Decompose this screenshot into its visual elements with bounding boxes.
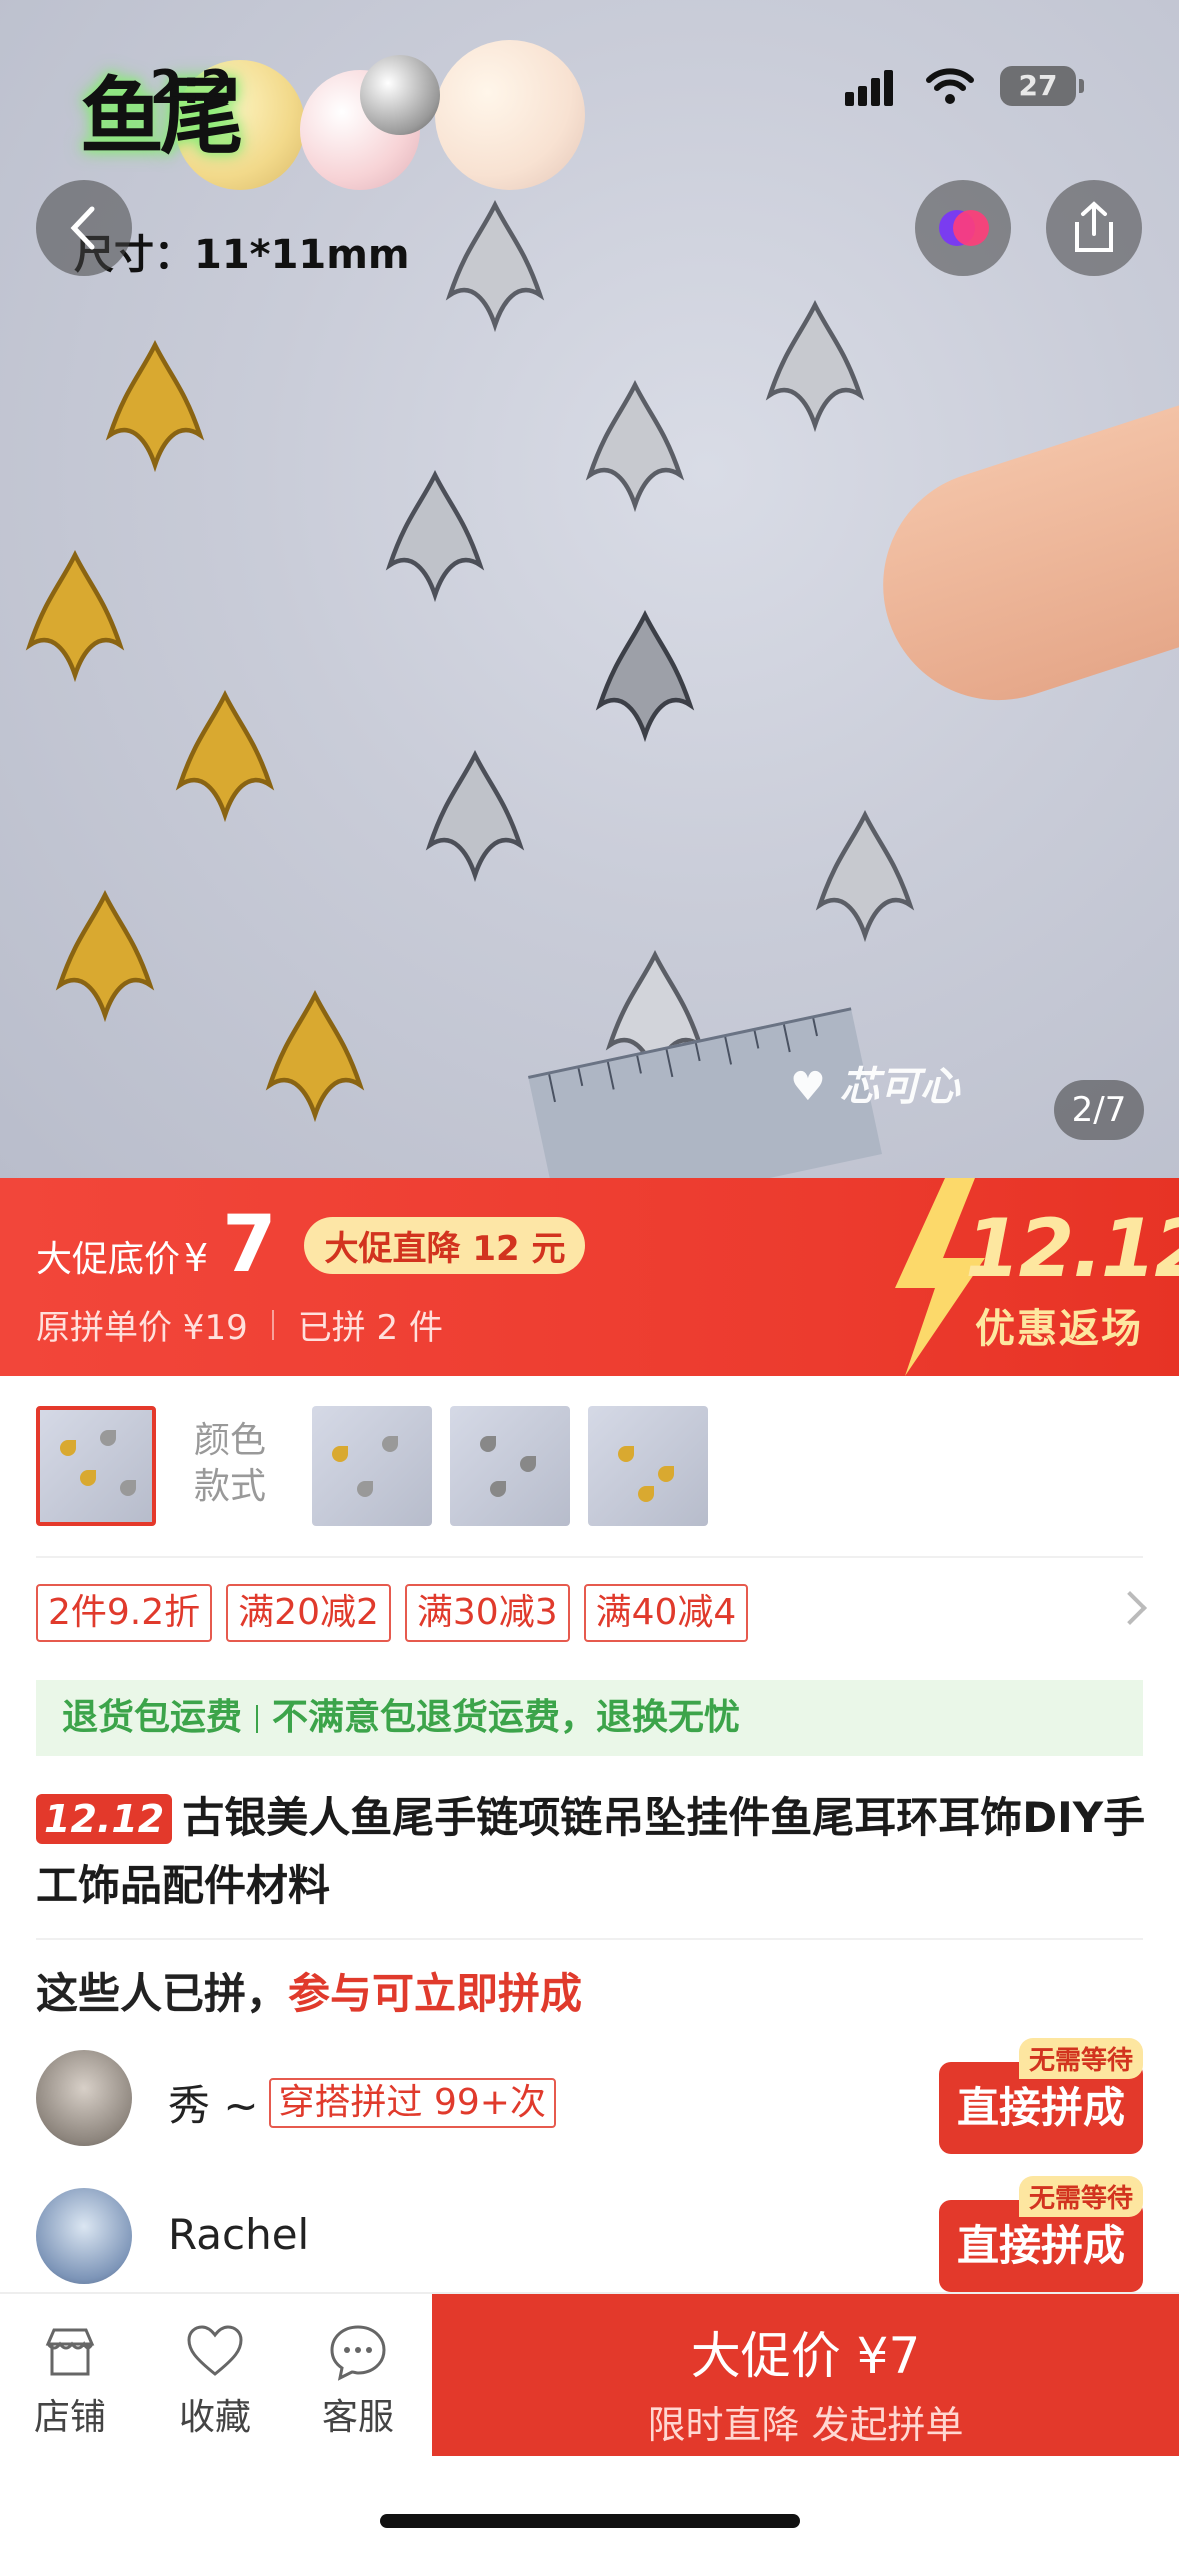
no-wait-badge: 无需等待 (1018, 2038, 1143, 2079)
variant-thumbnail[interactable] (312, 1406, 432, 1526)
share-button[interactable] (1046, 180, 1142, 276)
fishtail-charm-gold (265, 989, 365, 1123)
fishtail-charm-gold (55, 889, 155, 1023)
original-price: 原拼单价 ¥19 (36, 1308, 248, 1348)
favorite-label: 收藏 (178, 2397, 251, 2438)
return-policy-bar[interactable]: 退货包运费 不满意包退货运费，退换无忧 (36, 1680, 1143, 1756)
return-policy-primary: 退货包运费 (62, 1697, 243, 1738)
event-badge: 12.12 优惠返场 (885, 1178, 1179, 1376)
variant-thumbnail[interactable] (588, 1406, 708, 1526)
start-group-buy-button[interactable]: 大促价 ¥7 限时直降 发起拼单 (432, 2294, 1179, 2456)
customer-service-label: 客服 (321, 2397, 394, 2438)
group-buy-user-name: 秀 ~ (168, 2081, 259, 2130)
fishtail-charm-silver (425, 749, 525, 883)
ai-assistant-icon (939, 210, 989, 246)
customer-service-button[interactable]: 客服 (298, 2322, 418, 2440)
avatar (36, 2050, 132, 2146)
chevron-left-icon (70, 206, 95, 250)
currency-symbol: ¥ (184, 1236, 209, 1280)
group-buy-heading-highlight: 参与可立即拼成 (288, 1969, 583, 2018)
event-text: 优惠返场 (975, 1306, 1143, 1352)
variant-label: 颜色 款式 (194, 1418, 266, 1510)
status-time: 2:2 (150, 60, 233, 114)
cta-subtext: 限时直降 发起拼单 (647, 2403, 964, 2447)
store-icon (45, 2328, 95, 2376)
chevron-right-icon[interactable] (1113, 1591, 1147, 1625)
store-label: 店铺 (33, 2397, 106, 2438)
product-image-carousel[interactable]: 鱼尾 尺寸：11*11mm ♥ 芯可心 (0, 0, 1179, 1178)
cellular-signal-icon (845, 70, 897, 106)
event-number: 12.12 (965, 1202, 1179, 1295)
group-buy-row: 秀 ~ 穿搭拼过 99+次 直接拼成 无需等待 (36, 2038, 1143, 2154)
fishtail-charm-silver (765, 299, 865, 433)
divider (256, 1705, 259, 1733)
fishtail-charm-silver (445, 199, 545, 333)
image-page-counter: 2/7 (1054, 1080, 1144, 1140)
finger (853, 400, 1179, 730)
discount-pill: 大促直降 12 元 (304, 1216, 586, 1274)
battery-icon: 27 (1000, 66, 1084, 106)
variant-label-line: 款式 (194, 1466, 267, 1507)
variant-thumbnail[interactable] (36, 1406, 156, 1526)
fishtail-charm-silver (585, 379, 685, 513)
back-button[interactable] (36, 180, 132, 276)
promo-price-value: 7 (222, 1200, 277, 1290)
no-wait-badge: 无需等待 (1018, 2176, 1143, 2217)
cta-price: 大促价 ¥7 (690, 2327, 921, 2385)
divider (36, 1556, 1143, 1558)
group-buy-heading-text: 这些人已拼， (36, 1969, 289, 2018)
image-watermark: ♥ 芯可心 (790, 1064, 960, 1110)
divider (36, 1938, 1143, 1940)
event-tag: 12.12 (36, 1794, 173, 1844)
home-indicator[interactable] (380, 2514, 800, 2528)
promo-price-banner: 大促底价 ¥ 7 大促直降 12 元 原拼单价 ¥19 已拼 2 件 12.12… (0, 1178, 1179, 1376)
fishtail-charm-silver (815, 809, 915, 943)
fishtail-charm-silver (385, 469, 485, 603)
group-buy-user-tag: 穿搭拼过 99+次 (268, 2077, 556, 2128)
coupon-tag[interactable]: 满30减3 (404, 1584, 570, 1642)
variant-label-line: 颜色 (194, 1420, 267, 1461)
variant-thumbnail[interactable] (450, 1406, 570, 1526)
product-title: 12.12 古银美人鱼尾手链项链吊坠挂件鱼尾耳环耳饰DIY手工饰品配件材料 (36, 1784, 1146, 1920)
divider (271, 1309, 274, 1340)
favorite-button[interactable]: 收藏 (155, 2322, 275, 2440)
coupon-tag[interactable]: 2件9.2折 (36, 1584, 213, 1642)
product-title-text: 古银美人鱼尾手链项链吊坠挂件鱼尾耳环耳饰DIY手工饰品配件材料 (36, 1793, 1146, 1910)
store-button[interactable]: 店铺 (10, 2322, 130, 2440)
coupon-tag[interactable]: 满20减2 (226, 1584, 391, 1642)
avatar (36, 2188, 132, 2284)
ai-assistant-button[interactable] (915, 180, 1011, 276)
group-buy-row: Rachel 直接拼成 无需等待 (36, 2176, 1143, 2292)
coupon-tag[interactable]: 满40减4 (583, 1584, 749, 1642)
heart-icon (187, 2325, 243, 2376)
group-buy-heading: 这些人已拼，参与可立即拼成 (36, 1960, 582, 2021)
chat-bubble-icon (330, 2325, 386, 2381)
fishtail-charm-silver (595, 609, 695, 743)
sold-count: 已拼 2 件 (297, 1308, 443, 1348)
return-policy-secondary: 不满意包退货运费，退换无忧 (272, 1697, 741, 1738)
fishtail-charm-gold (105, 339, 205, 473)
fishtail-charm-gold (175, 689, 275, 823)
variant-thumbnails: 颜色 款式 (0, 1376, 1179, 1556)
wifi-icon (926, 68, 974, 104)
status-bar: 2:2 27 (0, 0, 1179, 150)
group-buy-user-name: Rachel (168, 2210, 310, 2259)
fishtail-charm-gold (25, 549, 125, 683)
share-icon (1075, 201, 1113, 252)
coupon-list[interactable]: 2件9.2折 满20减2 满30减3 满40减4 (36, 1584, 762, 1642)
promo-price-label: 大促底价 (36, 1239, 181, 1280)
